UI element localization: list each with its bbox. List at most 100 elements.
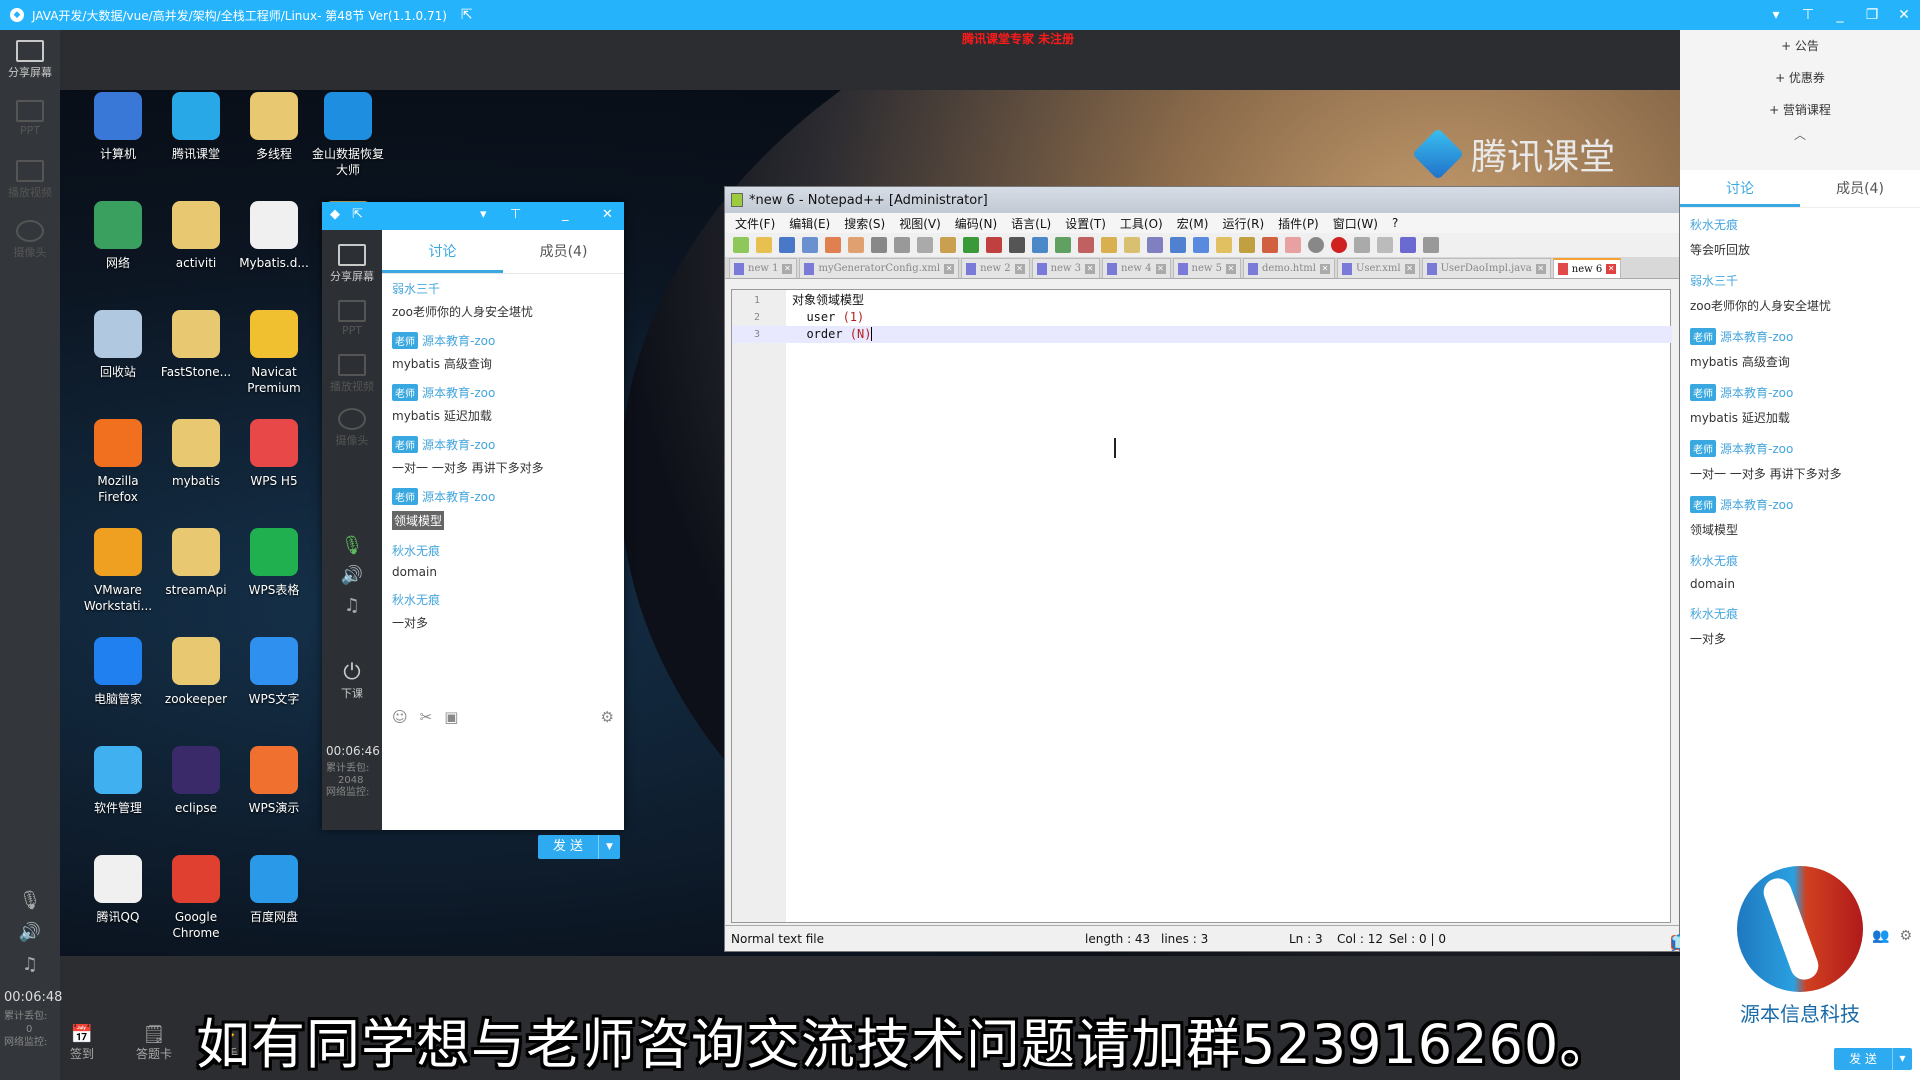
find-icon[interactable]: [1009, 237, 1025, 253]
desktop-icon[interactable]: 计算机: [78, 92, 158, 162]
minimize-button[interactable]: _: [1824, 7, 1856, 23]
close-tab-icon[interactable]: ✕: [1606, 264, 1617, 274]
menu-item[interactable]: 设置(T): [1065, 215, 1106, 232]
sender-name[interactable]: 源本教育-zoo: [422, 488, 495, 505]
record-disabled-icon[interactable]: [1308, 237, 1324, 253]
sender-name[interactable]: 源本教育-zoo: [1720, 328, 1793, 345]
function-list-icon[interactable]: [1239, 237, 1255, 253]
sender-name[interactable]: 秋水无痕: [1690, 216, 1738, 233]
gear-icon[interactable]: ⚙: [601, 708, 614, 726]
menu-item[interactable]: 视图(V): [899, 215, 941, 232]
menu-item[interactable]: 语言(L): [1011, 215, 1051, 232]
desktop-icon[interactable]: Navicat Premium: [234, 310, 314, 396]
ppt-button[interactable]: PPT: [322, 300, 382, 337]
menu-item[interactable]: 编辑(E): [789, 215, 830, 232]
word-wrap-icon[interactable]: [1147, 237, 1163, 253]
image-icon[interactable]: ▣: [444, 708, 458, 726]
close-tab-icon[interactable]: ✕: [1085, 263, 1096, 274]
monitoring-icon[interactable]: [1285, 237, 1301, 253]
sender-name[interactable]: 秋水无痕: [1690, 552, 1738, 569]
camera-button[interactable]: 摄像头: [0, 220, 60, 260]
desktop-icon[interactable]: eclipse: [156, 746, 236, 816]
marketing-course-link[interactable]: + 营销课程: [1680, 94, 1920, 126]
announcement-link[interactable]: + 公告: [1680, 30, 1920, 62]
open-file-icon[interactable]: [756, 237, 772, 253]
file-tab-label[interactable]: UserDaoImpl.java: [1441, 263, 1532, 274]
emoji-icon[interactable]: ☺: [392, 708, 408, 726]
folder-workspace-icon[interactable]: [1262, 237, 1278, 253]
coupon-link[interactable]: + 优惠券: [1680, 62, 1920, 94]
paste-icon[interactable]: [940, 237, 956, 253]
editor-area[interactable]: 1 对象领域模型 2 user (1) 3 order (N): [731, 289, 1672, 923]
file-tab[interactable]: new 1 ✕: [729, 258, 798, 278]
desktop-icon[interactable]: Mybatis.d...: [234, 201, 314, 271]
music-icon[interactable]: ♫: [336, 595, 368, 616]
dropdown-icon[interactable]: ▾: [1760, 7, 1792, 23]
indent-guide-icon[interactable]: [1193, 237, 1209, 253]
ppt-button[interactable]: PPT: [0, 100, 60, 137]
run-macro-multiple-icon[interactable]: [1400, 237, 1416, 253]
desktop-icon[interactable]: 多线程: [234, 92, 314, 162]
desktop-icon[interactable]: 腾讯QQ: [78, 855, 158, 925]
desktop-icon[interactable]: streamApi: [156, 528, 236, 598]
play-video-button[interactable]: 播放视频: [322, 354, 382, 394]
save-icon[interactable]: [779, 237, 795, 253]
end-class-button[interactable]: ⏻ 下课: [322, 660, 382, 701]
mic-active-icon[interactable]: 🎙: [336, 535, 368, 556]
file-tab[interactable]: new 2 ✕: [961, 258, 1030, 278]
close-tab-icon[interactable]: ✕: [1535, 263, 1546, 274]
copy-icon[interactable]: [917, 237, 933, 253]
desktop-icon[interactable]: 网络: [78, 201, 158, 271]
menu-item[interactable]: 运行(R): [1222, 215, 1264, 232]
new-file-icon[interactable]: [733, 237, 749, 253]
send-options-dropdown-icon[interactable]: ▼: [1892, 1048, 1912, 1070]
menu-item[interactable]: 插件(P): [1278, 215, 1319, 232]
desktop-icon[interactable]: 电脑管家: [78, 637, 158, 707]
play-macro-icon[interactable]: [1377, 237, 1393, 253]
menu-item[interactable]: 工具(O): [1120, 215, 1163, 232]
file-tab[interactable]: new 6 ✕: [1552, 258, 1622, 278]
desktop-icon[interactable]: 百度网盘: [234, 855, 314, 925]
close-all-icon[interactable]: [848, 237, 864, 253]
zoom-in-icon[interactable]: [1055, 237, 1071, 253]
collapse-chevron-icon[interactable]: ︿: [1680, 126, 1920, 143]
close-tab-icon[interactable]: ✕: [1404, 263, 1415, 274]
sender-name[interactable]: 源本教育-zoo: [422, 332, 495, 349]
menu-item[interactable]: 文件(F): [735, 215, 775, 232]
share-screen-button[interactable]: 分享屏幕: [0, 40, 60, 80]
file-tab[interactable]: UserDaoImpl.java ✕: [1421, 258, 1551, 278]
editor-line[interactable]: 1 对象领域模型: [732, 292, 1672, 309]
file-tab[interactable]: new 5 ✕: [1172, 258, 1241, 278]
editor-line[interactable]: 2 user (1): [732, 309, 1672, 326]
desktop-icon[interactable]: 软件管理: [78, 746, 158, 816]
sender-name[interactable]: 弱水三千: [1690, 272, 1738, 289]
send-button[interactable]: 发 送 ▼: [1834, 1048, 1912, 1070]
replace-icon[interactable]: [1032, 237, 1048, 253]
close-button[interactable]: ✕: [1888, 7, 1920, 23]
file-tab-label[interactable]: new 1: [748, 263, 778, 274]
share-screen-button[interactable]: 分享屏幕: [322, 244, 382, 284]
sign-in-button[interactable]: 📅 签到: [60, 1024, 104, 1062]
file-tab[interactable]: new 4 ✕: [1102, 258, 1171, 278]
editor-line[interactable]: 3 order (N): [732, 326, 1672, 343]
sync-v-icon[interactable]: [1101, 237, 1117, 253]
scissors-icon[interactable]: ✂: [420, 708, 433, 726]
send-label[interactable]: 发 送: [1834, 1048, 1892, 1070]
close-tab-icon[interactable]: ✕: [944, 263, 955, 274]
answer-card-button[interactable]: 🗒 答题卡: [132, 1024, 176, 1062]
sender-name[interactable]: 源本教育-zoo: [1720, 440, 1793, 457]
file-tab-label[interactable]: new 6: [1572, 264, 1602, 275]
speaker-icon[interactable]: 🔊: [14, 922, 46, 943]
stop-macro-icon[interactable]: [1354, 237, 1370, 253]
file-tab-label[interactable]: new 3: [1051, 263, 1081, 274]
sender-name[interactable]: 源本教育-zoo: [1720, 384, 1793, 401]
record-macro-icon[interactable]: [1331, 237, 1347, 253]
desktop-icon[interactable]: zookeeper: [156, 637, 236, 707]
desktop-icon[interactable]: 回收站: [78, 310, 158, 380]
send-options-dropdown-icon[interactable]: ▼: [598, 835, 620, 859]
desktop-icon[interactable]: activiti: [156, 201, 236, 271]
save-all-icon[interactable]: [802, 237, 818, 253]
menu-item[interactable]: 窗口(W): [1333, 215, 1378, 232]
redo-icon[interactable]: [986, 237, 1002, 253]
desktop-icon[interactable]: 金山数据恢复大师: [308, 92, 388, 178]
